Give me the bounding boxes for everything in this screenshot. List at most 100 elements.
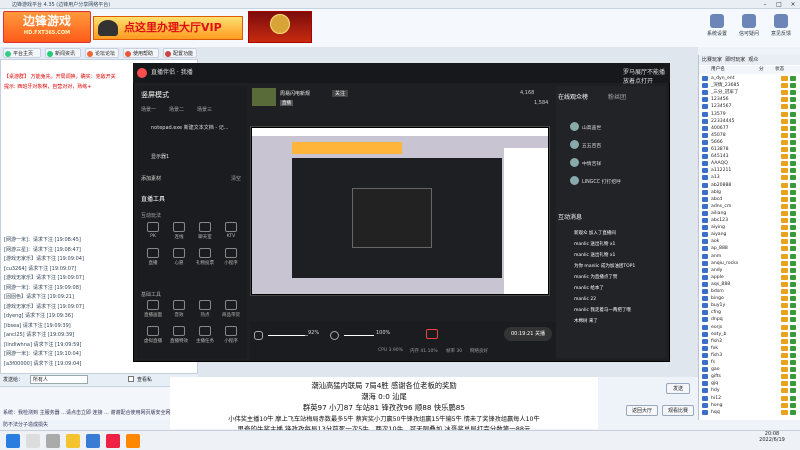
player-row[interactable]: dnpq xyxy=(699,316,800,323)
folder-icon[interactable] xyxy=(66,434,80,448)
player-row[interactable]: _三分_冠军了 xyxy=(699,89,800,96)
player-row[interactable]: buy1y xyxy=(699,302,800,309)
settings-button[interactable]: 系统设置 xyxy=(702,14,732,44)
follow-button[interactable]: 关注 xyxy=(332,90,349,97)
player-row[interactable]: andy xyxy=(699,267,800,274)
clear-button[interactable]: 清空 xyxy=(231,175,241,182)
player-row[interactable]: gao xyxy=(699,366,800,373)
player-row[interactable]: cfng xyxy=(699,309,800,316)
back-lobby-button[interactable]: 返回大厅 xyxy=(626,405,658,416)
tool-tools4-3[interactable]: 小程序 xyxy=(222,326,240,344)
player-row[interactable]: aok xyxy=(699,238,800,245)
fan-title[interactable]: 粉丝团 xyxy=(608,92,626,101)
tool-tools2-3[interactable]: 小程序 xyxy=(222,248,240,266)
tool-tools4-0[interactable]: 虚拟直播 xyxy=(144,326,162,344)
minimize-button[interactable]: – xyxy=(758,0,772,9)
player-row[interactable]: aiyang xyxy=(699,231,800,238)
player-row[interactable]: anm xyxy=(699,253,800,260)
audience-item[interactable]: LINGCC 打打招呼 xyxy=(570,176,621,185)
home-button[interactable]: 平台主页 xyxy=(3,48,41,58)
live-app-user[interactable]: 罗马展厅不能播放着点打开 xyxy=(623,67,670,85)
player-row[interactable]: 400677 xyxy=(699,125,800,132)
player-row[interactable]: ab20888 xyxy=(699,182,800,189)
tool-tools2-2[interactable]: 礼物投票 xyxy=(196,248,214,266)
taskview-icon[interactable] xyxy=(46,434,60,448)
player-row[interactable]: gifts xyxy=(699,373,800,380)
player-row[interactable]: ailiang xyxy=(699,210,800,217)
mode-label[interactable]: 竖屏模式 xyxy=(141,90,169,100)
tab-scene-3[interactable]: 场景三 xyxy=(197,106,212,113)
tool-tools2-0[interactable]: 直播 xyxy=(144,248,162,266)
player-row[interactable]: aiying xyxy=(699,224,800,231)
browser-icon[interactable] xyxy=(86,434,100,448)
player-row[interactable]: ap_888 xyxy=(699,245,800,252)
player-row[interactable]: 45078 xyxy=(699,132,800,139)
audience-item[interactable]: 五五百百 xyxy=(570,140,601,149)
maximize-button[interactable]: □ xyxy=(772,0,786,9)
audience-item[interactable]: 中情吉祥 xyxy=(570,158,601,167)
player-row[interactable]: fish2 xyxy=(699,338,800,345)
player-row[interactable]: _深情_23685 xyxy=(699,82,800,89)
player-row[interactable]: fs xyxy=(699,359,800,366)
player-row[interactable]: fish3 xyxy=(699,352,800,359)
player-row[interactable]: hqq xyxy=(699,409,800,416)
tool-tools1-0[interactable]: PK xyxy=(144,222,162,239)
player-row[interactable]: eorjs xyxy=(699,324,800,331)
player-row[interactable]: anqiu_rocks xyxy=(699,260,800,267)
news-button[interactable]: 新闻资讯 xyxy=(45,48,81,58)
private-checkbox[interactable] xyxy=(128,376,134,382)
player-row[interactable]: AAAQQ xyxy=(699,160,800,167)
player-row[interactable]: bingo xyxy=(699,295,800,302)
live-app-icon[interactable] xyxy=(106,434,120,448)
player-row[interactable]: bdsm xyxy=(699,288,800,295)
end-live-button[interactable]: 00:19:21 关播 xyxy=(504,327,552,341)
player-row[interactable]: hi12 xyxy=(699,395,800,402)
source-item-notepad[interactable]: notepad.exe 新建文本文档 - 记... xyxy=(151,124,228,131)
close-button[interactable]: × xyxy=(786,0,800,9)
speaker-slider[interactable] xyxy=(344,335,374,336)
game-icon[interactable] xyxy=(126,434,140,448)
player-row[interactable]: ablg xyxy=(699,189,800,196)
tool-tools1-3[interactable]: KTV xyxy=(222,222,240,239)
tool-tools3-3[interactable]: 商品带货 xyxy=(222,300,240,318)
tool-tools2-1[interactable]: 心愿 xyxy=(170,248,188,266)
help-button[interactable]: 信可疑问 xyxy=(734,14,764,44)
forum-button[interactable]: 论坛论坛 xyxy=(85,48,119,58)
player-row[interactable]: apple xyxy=(699,274,800,281)
tool-tools4-1[interactable]: 直播特效 xyxy=(170,326,188,344)
source-item-display[interactable]: 显示器1 xyxy=(151,153,169,160)
player-row[interactable]: gjq xyxy=(699,380,800,387)
tool-tools1-2[interactable]: 聊天室 xyxy=(196,222,214,240)
player-row[interactable]: hong xyxy=(699,402,800,409)
add-source-button[interactable]: 添加素材 xyxy=(141,175,161,182)
tab-scene-2[interactable]: 场景二 xyxy=(169,106,184,113)
record-icon[interactable] xyxy=(426,329,438,339)
player-row[interactable]: a112211 xyxy=(699,167,800,174)
player-row[interactable]: 5666 xyxy=(699,139,800,146)
player-row[interactable]: 613878 xyxy=(699,146,800,153)
player-row[interactable]: abcd xyxy=(699,196,800,203)
tool-tools3-1[interactable]: 音效 xyxy=(170,300,188,318)
player-row[interactable]: 13579 xyxy=(699,111,800,118)
player-row[interactable]: adns_cm xyxy=(699,203,800,210)
tab-match-players[interactable]: 比赛玩家 xyxy=(702,57,722,63)
help-link-button[interactable]: 使用帮助 xyxy=(123,48,159,58)
player-row[interactable]: fok xyxy=(699,345,800,352)
tool-tools3-0[interactable]: 直播画面 xyxy=(144,300,162,318)
search-icon[interactable] xyxy=(26,434,40,448)
tab-instant-players[interactable]: 即时玩家 xyxy=(725,57,745,63)
player-row[interactable]: 123456 xyxy=(699,96,800,103)
audience-item[interactable]: 山高盖世 xyxy=(570,122,601,131)
player-row[interactable]: abc123 xyxy=(699,217,800,224)
tab-audience[interactable]: 观众 xyxy=(748,57,758,63)
tool-tools1-1[interactable]: 连线 xyxy=(170,222,188,240)
player-row[interactable]: hdy xyxy=(699,387,800,394)
tool-tools3-2[interactable]: 热点 xyxy=(196,300,214,318)
vip-banner[interactable]: 点这里办理大厅VIP xyxy=(93,16,243,40)
mic-icon[interactable] xyxy=(254,331,263,340)
start-icon[interactable] xyxy=(6,434,20,448)
watch-match-button[interactable]: 观看比赛 xyxy=(662,405,694,416)
online-title[interactable]: 在线观众榜 xyxy=(558,92,588,101)
player-row[interactable]: aqs_888 xyxy=(699,281,800,288)
player-row[interactable]: a_dyn_ent xyxy=(699,75,800,82)
